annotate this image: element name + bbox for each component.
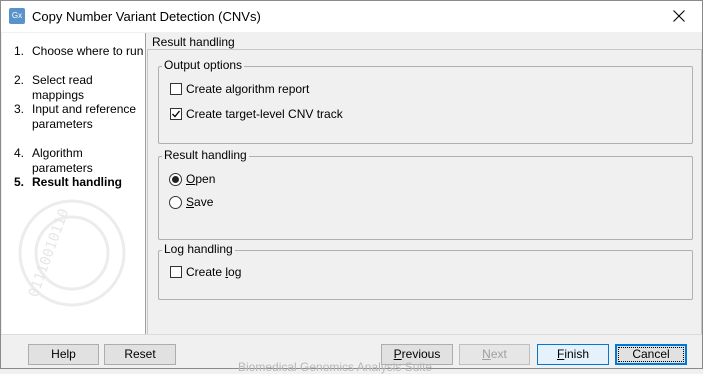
pane-title: Result handling [152,35,235,49]
previous-label-rest: revious [401,347,441,361]
step-label: Result handling [32,175,122,189]
dna-watermark-icon: 01110010110 [18,199,126,307]
finish-button[interactable]: Finish [537,344,609,365]
close-icon [673,10,685,22]
next-mnemonic: N [482,347,491,361]
focus-ring [618,347,684,362]
group-title: Output options [162,58,245,72]
output-options-group: Output options Create algorithm report C… [158,58,693,144]
checkmark-icon [172,110,181,118]
previous-mnemonic: P [393,347,402,361]
next-button[interactable]: Next [459,344,530,365]
create-cnv-track-checkbox[interactable] [170,108,182,120]
close-button[interactable] [656,1,702,32]
result-handling-pane: Result handling Output options Create al… [147,33,702,335]
create-log-label-pre: Create [186,265,226,279]
finish-label-rest: inish [564,347,590,361]
log-handling-group: Log handling Create log [158,242,693,300]
group-title: Log handling [162,242,235,256]
reset-button[interactable]: Reset [104,344,176,365]
step-number: 4. [14,146,25,160]
open-mnemonic: O [186,172,196,186]
open-label-rest: pen [195,172,216,186]
background-window-text: Biomedical Genomics Analysis Suite [238,360,433,374]
next-label-rest: ext [490,347,507,361]
save-label[interactable]: Save [186,195,213,209]
step-label: Algorithm parameters [32,146,93,175]
group-title: Result handling [162,148,249,162]
result-handling-group: Result handling Open Save [158,148,693,240]
pane-frame: Output options Create algorithm report C… [147,49,702,335]
help-button[interactable]: Help [28,344,99,365]
wizard-steps-panel: 01110010110 1. Choose where to run 2. Se… [2,33,146,334]
create-log-label-rest: og [228,265,242,279]
cancel-button[interactable]: Cancel [615,344,687,365]
radio-selected-dot [172,176,179,183]
create-algorithm-report-label[interactable]: Create algorithm report [186,82,309,96]
step-number: 3. [14,102,25,116]
app-icon: Gx [9,8,25,24]
step-number: 2. [14,73,25,87]
step-label: Select read mappings [32,73,93,102]
save-radio[interactable] [169,196,182,209]
create-cnv-track-label[interactable]: Create target-level CNV track [186,107,343,121]
step-number: 1. [14,44,25,58]
create-log-checkbox[interactable] [170,266,182,278]
step-label: Choose where to run [32,44,144,58]
open-radio[interactable] [169,173,182,186]
save-label-rest: ave [194,195,214,209]
window-title: Copy Number Variant Detection (CNVs) [32,9,261,24]
dialog-window: Gx Copy Number Variant Detection (CNVs) … [0,0,703,369]
create-algorithm-report-checkbox[interactable] [170,83,182,95]
save-mnemonic: S [186,195,195,209]
step-label: Input and reference parameters [32,102,137,131]
title-bar: Gx Copy Number Variant Detection (CNVs) [1,1,702,32]
step-number: 5. [14,175,25,189]
open-label[interactable]: Open [186,172,215,186]
create-log-label[interactable]: Create log [186,265,241,279]
